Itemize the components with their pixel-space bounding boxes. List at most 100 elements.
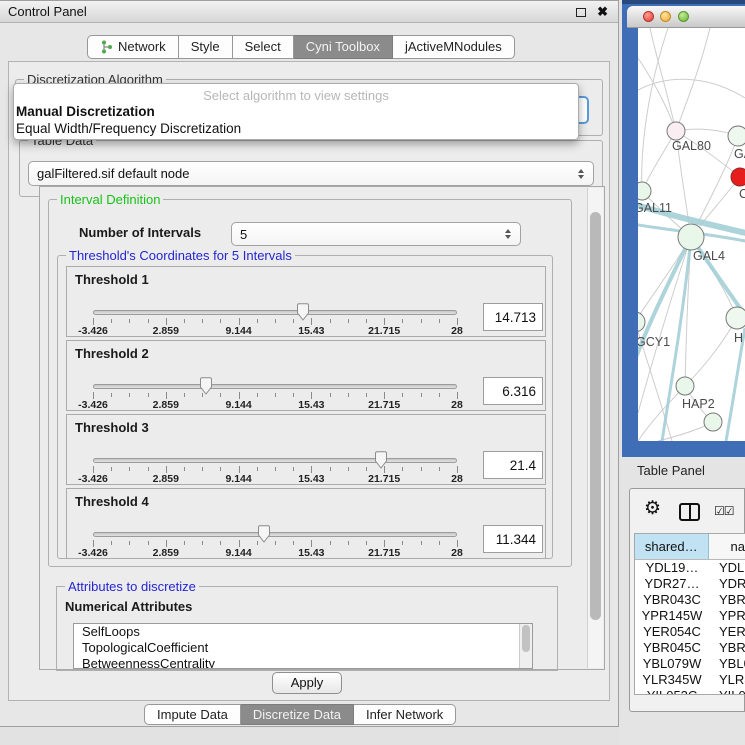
tab-infer-network[interactable]: Infer Network xyxy=(354,704,456,725)
slider-thumb[interactable] xyxy=(257,525,271,543)
control-panel-titlebar: Control Panel ✖ xyxy=(0,1,618,23)
numerical-attributes-list[interactable]: SelfLoopsTopologicalCoefficientBetweenne… xyxy=(73,623,533,669)
slider-tick-label: 2.859 xyxy=(136,399,196,411)
node-label: HAP2 xyxy=(682,397,715,411)
cell-name: YDL1 xyxy=(709,560,745,576)
cell-shared-name: YLR345W xyxy=(635,672,709,688)
network-node[interactable] xyxy=(704,413,722,431)
slider-tick-label: -3.426 xyxy=(63,399,123,411)
popup-options: Manual DiscretizationEqual Width/Frequen… xyxy=(14,103,578,137)
cell-shared-name: YIL052C xyxy=(635,688,709,695)
cell-shared-name: YBL079W xyxy=(635,656,709,672)
node-label: GAL80 xyxy=(672,139,711,153)
tab-network[interactable]: Network xyxy=(87,35,179,59)
slider-track[interactable] xyxy=(93,458,457,463)
slider-tick-label: 15.43 xyxy=(281,399,341,411)
float-window-icon[interactable] xyxy=(576,8,586,17)
traffic-light-zoom-icon[interactable] xyxy=(678,11,689,22)
threshold-panel-1: Threshold 1-3.4262.8599.14415.4321.71528 xyxy=(66,266,546,337)
threshold-value-input[interactable] xyxy=(483,451,543,479)
network-node-gal11[interactable] xyxy=(638,182,651,200)
slider-tick-label: 21.715 xyxy=(354,325,414,337)
node-label: GCY1 xyxy=(638,335,670,349)
list-vertical-scrollbar[interactable] xyxy=(519,624,532,668)
combo-arrows-icon xyxy=(578,169,584,179)
popup-option-equal-width-frequency-discretization[interactable]: Equal Width/Frequency Discretization xyxy=(14,120,578,137)
vertical-scrollbar[interactable] xyxy=(587,188,603,668)
network-window-titlebar[interactable] xyxy=(627,6,745,28)
threshold-value-input[interactable] xyxy=(483,303,543,331)
tab-label: jActiveMNodules xyxy=(405,36,502,58)
network-edge xyxy=(685,318,737,386)
table-data-combobox[interactable]: galFiltered.sif default node xyxy=(28,161,594,186)
checked-boxes-icon[interactable]: ☑☑ xyxy=(714,504,734,518)
table-row[interactable]: YBL079WYBL0 xyxy=(635,656,745,672)
tab-label: Style xyxy=(191,36,220,58)
scrollbar-thumb[interactable] xyxy=(522,625,530,652)
list-item-selfloops[interactable]: SelfLoops xyxy=(74,624,532,640)
network-node-h[interactable] xyxy=(726,307,745,329)
slider-track[interactable] xyxy=(93,532,457,537)
network-node-c[interactable] xyxy=(731,168,745,186)
cell-name: YPR1 xyxy=(709,608,745,624)
slider-tick-label: 28 xyxy=(427,547,487,559)
slider-thumb[interactable] xyxy=(199,377,213,395)
tab-jactivemnodules[interactable]: jActiveMNodules xyxy=(393,35,515,59)
interval-definition-group: Interval Definition Number of Intervals … xyxy=(48,199,572,567)
slider-tick-label: 21.715 xyxy=(354,547,414,559)
network-node-gal80[interactable] xyxy=(667,122,685,140)
table-row[interactable]: YLR345WYLR3 xyxy=(635,672,745,688)
settings-scrollpane: Interval Definition Number of Intervals … xyxy=(39,186,605,670)
network-node-gal4[interactable] xyxy=(678,224,704,250)
slider-thumb[interactable] xyxy=(374,451,388,469)
number-of-intervals-combobox[interactable]: 5 xyxy=(231,222,521,246)
traffic-light-close-icon[interactable] xyxy=(643,11,654,22)
slider-tick-label: 15.43 xyxy=(281,547,341,559)
node-label: C xyxy=(739,187,745,201)
tab-cyni-toolbox[interactable]: Cyni Toolbox xyxy=(294,35,393,59)
list-item-betweennesscentrality[interactable]: BetweennessCentrality xyxy=(74,656,532,669)
slider-tick-label: -3.426 xyxy=(63,473,123,485)
popup-option-manual-discretization[interactable]: Manual Discretization xyxy=(14,103,578,120)
list-item-topologicalcoefficient[interactable]: TopologicalCoefficient xyxy=(74,640,532,656)
threshold-value-input[interactable] xyxy=(483,525,543,553)
slider-thumb[interactable] xyxy=(296,303,310,321)
threshold-label: Threshold 4 xyxy=(75,494,149,509)
gear-icon[interactable]: ⚙ xyxy=(644,499,661,519)
toolbox-tab-bar: Network Style SelectCyni Toolbox jActiveMNo… xyxy=(87,35,515,59)
close-icon[interactable]: ✖ xyxy=(597,4,608,20)
scrollbar-thumb[interactable] xyxy=(590,212,601,620)
table-row[interactable]: YBR045CYBR0 xyxy=(635,640,745,656)
window-title: Control Panel xyxy=(8,1,87,23)
column-view-icon[interactable] xyxy=(679,503,700,521)
slider-tick-label: 2.859 xyxy=(136,325,196,337)
table-row[interactable]: YER054CYER0 xyxy=(635,624,745,640)
slider-track[interactable] xyxy=(93,310,457,315)
table-row[interactable]: YDR27…YDR2 xyxy=(635,576,745,592)
table-row[interactable]: YDL19…YDL1 xyxy=(635,560,745,576)
table-header-cell-name[interactable]: na xyxy=(709,534,745,559)
table-header-cell-shared-name[interactable]: shared… xyxy=(635,534,709,559)
apply-button[interactable]: Apply xyxy=(272,672,342,694)
tab-style[interactable]: Style xyxy=(179,35,233,59)
tab-impute-data[interactable]: Impute Data xyxy=(144,704,241,725)
network-node-hap2[interactable] xyxy=(676,377,694,395)
tab-select[interactable]: Select xyxy=(233,35,294,59)
slider-tick-label: 2.859 xyxy=(136,547,196,559)
tab-discretize-data[interactable]: Discretize Data xyxy=(241,704,354,725)
cell-name: YER0 xyxy=(709,624,745,640)
network-node-gcy1[interactable] xyxy=(638,312,645,332)
threshold-value-input[interactable] xyxy=(483,377,543,405)
traffic-light-minimize-icon[interactable] xyxy=(660,11,671,22)
network-node-ga[interactable] xyxy=(728,126,745,146)
cell-name: YBR0 xyxy=(709,592,745,608)
table-panel-title: Table Panel xyxy=(637,463,705,478)
table-row[interactable]: YPR145WYPR1 xyxy=(635,608,745,624)
slider-track[interactable] xyxy=(93,384,457,389)
table-row[interactable]: YIL052CYIL0 xyxy=(635,688,745,695)
table-row[interactable]: YBR043CYBR0 xyxy=(635,592,745,608)
network-canvas[interactable]: GAL80GACGAL11GAL4GCY1HHAP2 xyxy=(638,28,745,441)
network-view-window: GAL80GACGAL11GAL4GCY1HHAP2 xyxy=(622,0,745,457)
tab-label: Impute Data xyxy=(157,705,228,724)
threshold-panel-2: Threshold 2-3.4262.8599.14415.4321.71528 xyxy=(66,340,546,411)
